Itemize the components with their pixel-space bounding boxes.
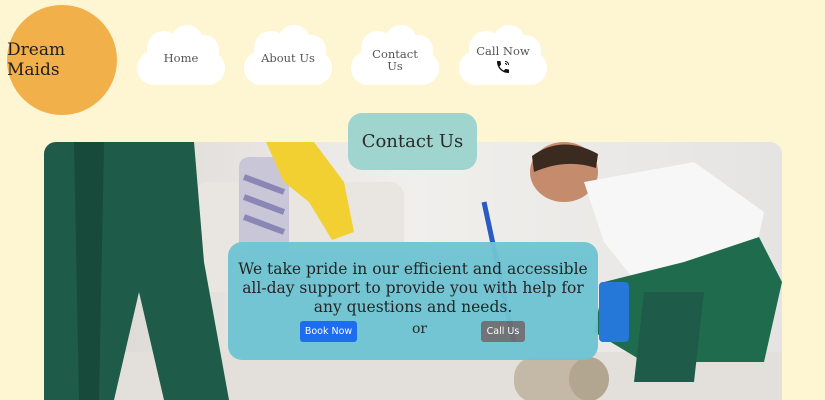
info-panel: We take pride in our efficient and acces… bbox=[228, 242, 598, 360]
info-message: We take pride in our efficient and acces… bbox=[238, 260, 588, 316]
nav-contact-us-label: Contact Us bbox=[372, 47, 418, 73]
nav-contact-us[interactable]: Contact Us bbox=[349, 25, 441, 85]
phone-icon bbox=[497, 60, 510, 73]
nav-home[interactable]: Home bbox=[135, 25, 227, 85]
call-us-button[interactable]: Call Us bbox=[481, 321, 525, 342]
nav-call-now[interactable]: Call Now bbox=[457, 25, 549, 85]
or-separator: or bbox=[412, 321, 428, 337]
nav-about-us-label: About Us bbox=[261, 51, 315, 65]
nav-call-now-label: Call Now bbox=[476, 44, 530, 58]
nav-home-label: Home bbox=[163, 51, 199, 65]
book-now-button[interactable]: Book Now bbox=[300, 321, 357, 342]
brand-name: Dream Maids bbox=[7, 40, 66, 80]
page-title: Contact Us bbox=[348, 113, 477, 170]
nav-about-us[interactable]: About Us bbox=[242, 25, 334, 85]
brand-logo[interactable]: Dream Maids bbox=[7, 5, 117, 115]
